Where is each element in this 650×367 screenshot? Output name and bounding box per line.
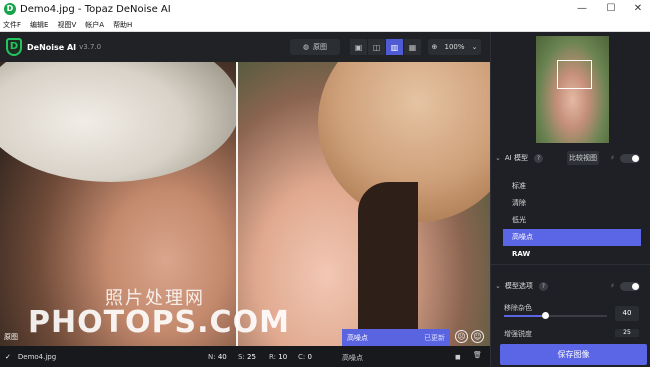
original-tag: 原图 <box>4 333 18 341</box>
sad-face-icon[interactable]: ☹ <box>455 330 468 343</box>
menu-bar: 文件F 编辑E 视图V 帐户A 帮助H <box>0 18 650 32</box>
split-divider-handle[interactable] <box>236 62 238 346</box>
zoom-icon: ⊕ <box>431 43 438 51</box>
brand-version: v3.7.0 <box>79 43 102 51</box>
camera-icon[interactable]: ◼ <box>455 353 461 361</box>
navigator-viewport-frame[interactable] <box>557 60 592 89</box>
original-toggle-button[interactable]: ◍ 原图 <box>290 39 340 55</box>
check-icon: ✓ <box>5 352 11 361</box>
stat-noise: N: 40 <box>208 353 227 361</box>
remove-noise-value[interactable]: 40 <box>615 306 639 321</box>
minimize-button[interactable]: — <box>568 0 596 18</box>
ai-model-toggle[interactable] <box>620 154 640 163</box>
menu-account[interactable]: 帐户A <box>85 20 104 30</box>
chevron-down-icon: ⌄ <box>495 282 501 290</box>
image-canvas[interactable]: 照片处理网 PHOTOPS.COM 原图 高噪点 已更新 ☹ ☺ <box>0 62 490 346</box>
brand: D DeNoise AI v3.7.0 <box>6 38 101 56</box>
close-button[interactable]: ✕ <box>624 0 650 18</box>
zoom-level: 100% <box>444 43 465 51</box>
navigator-thumbnail[interactable] <box>536 36 609 143</box>
maximize-button[interactable]: ☐ <box>597 0 625 18</box>
file-name: Demo4.jpg <box>17 352 57 361</box>
brand-name: DeNoise AI <box>27 42 77 52</box>
help-icon[interactable]: ? <box>533 153 543 163</box>
stat-color: C: 0 <box>298 353 312 361</box>
bottom-status-bar: ✓ Demo4.jpg N: 40 S: 25 R: 10 C: 0 高噪点 ◼… <box>0 346 490 367</box>
processed-image-half <box>238 62 490 346</box>
model-item-low-light[interactable]: 低光 <box>503 212 641 229</box>
bolt-icon: ⚡ <box>610 282 615 290</box>
remove-noise-slider[interactable] <box>504 312 607 319</box>
model-item-raw[interactable]: RAW <box>503 246 641 263</box>
single-view-button[interactable]: ▣ <box>350 39 367 55</box>
compare-view-button[interactable]: 比较视图 <box>567 151 599 165</box>
photo-hat-region <box>0 62 240 182</box>
view-mode-group: ▣ ◫ ▥ ▦ <box>350 39 422 55</box>
model-status-popup: 高噪点 已更新 <box>342 329 450 346</box>
sharpen-label: 增强锐度 <box>504 330 532 338</box>
denoise-logo-icon: D <box>6 38 22 56</box>
chevron-down-icon: ⌄ <box>471 43 478 51</box>
watermark-english: PHOTOPS.COM <box>28 305 290 340</box>
top-toolbar: D DeNoise AI v3.7.0 ◍ 原图 ▣ ◫ ▥ ▦ ⊕ 100% … <box>0 32 490 62</box>
model-options-section: ⌄ 模型选项 ? ⚡ <box>491 278 650 294</box>
popup-status: 已更新 <box>424 333 445 342</box>
model-item-clear[interactable]: 清除 <box>503 195 641 212</box>
title-bar: D Demo4.jpg - Topaz DeNoise AI — ☐ ✕ <box>0 0 650 18</box>
split-view-button[interactable]: ◫ <box>368 39 385 55</box>
original-button-label: 原图 <box>313 43 328 51</box>
bottom-model-name: 高噪点 <box>342 354 363 362</box>
save-image-button[interactable]: 保存图像 <box>500 344 647 365</box>
face-icons: ☹ ☺ <box>455 330 487 343</box>
popup-model-name: 高噪点 <box>347 333 368 342</box>
eye-icon: ◍ <box>302 43 310 51</box>
model-options-toggle[interactable] <box>620 282 640 291</box>
menu-view[interactable]: 视图V <box>57 20 76 30</box>
happy-face-icon[interactable]: ☺ <box>471 330 484 343</box>
ai-model-section: ⌄ AI 模型 ? 比较视图 ⚡ <box>491 150 650 166</box>
stat-recover: R: 10 <box>269 353 288 361</box>
slider-fill <box>504 315 546 317</box>
stat-sharpen: S: 25 <box>238 353 256 361</box>
app-logo-icon: D <box>4 3 16 15</box>
chevron-down-icon: ⌄ <box>495 154 501 162</box>
model-item-severe-noise[interactable]: 高噪点 <box>503 229 641 246</box>
photo-hair-region <box>358 182 418 346</box>
bolt-icon: ⚡ <box>610 154 615 162</box>
help-icon[interactable]: ? <box>538 281 548 291</box>
ai-model-title: AI 模型 <box>504 154 528 162</box>
menu-file[interactable]: 文件F <box>3 20 21 30</box>
model-item-standard[interactable]: 标准 <box>503 178 641 195</box>
window-title: Demo4.jpg - Topaz DeNoise AI <box>20 3 171 15</box>
slider-knob[interactable] <box>542 312 550 319</box>
side-by-side-view-button[interactable]: ▥ <box>386 39 403 55</box>
zoom-control[interactable]: ⊕ 100% ⌄ <box>428 39 481 55</box>
section-divider <box>491 264 650 265</box>
right-panel: ⌄ AI 模型 ? 比较视图 ⚡ 标准 清除 低光 高噪点 RAW ⌄ 模型选项… <box>490 32 650 367</box>
trash-icon[interactable]: 🗑 <box>473 351 482 359</box>
quad-view-button[interactable]: ▦ <box>404 39 421 55</box>
model-options-title: 模型选项 <box>504 282 533 290</box>
sharpen-value[interactable]: 25 <box>615 329 639 337</box>
menu-help[interactable]: 帮助H <box>113 20 132 30</box>
menu-edit[interactable]: 编辑E <box>30 20 48 30</box>
remove-noise-label: 移除杂色 <box>504 304 532 312</box>
model-list: 标准 清除 低光 高噪点 RAW <box>503 178 641 263</box>
